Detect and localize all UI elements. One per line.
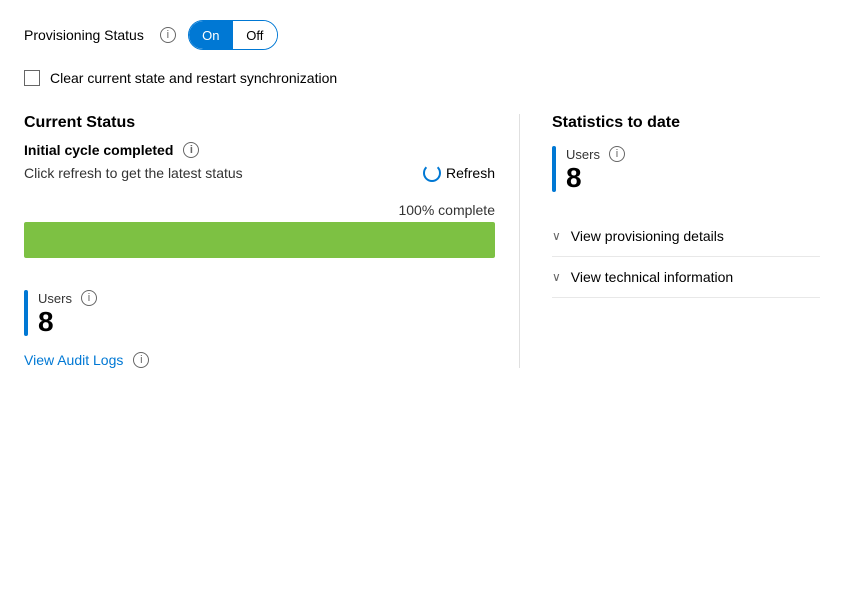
stats-title: Statistics to date (552, 114, 820, 132)
stats-users-section: Users i 8 (552, 146, 820, 192)
users-section-bottom: Users i 8 (24, 290, 495, 336)
users-label: Users (38, 291, 72, 306)
view-technical-information-label: View technical information (571, 269, 733, 285)
progress-bar-container (24, 222, 495, 258)
chevron-technical-icon: ∨ (552, 270, 561, 284)
refresh-icon (423, 164, 441, 182)
toggle-on-button[interactable]: On (189, 21, 233, 49)
progress-label: 100% complete (24, 202, 495, 218)
view-provisioning-details-row[interactable]: ∨ View provisioning details (552, 216, 820, 257)
cycle-row: Initial cycle completed i (24, 142, 495, 158)
left-panel: Current Status Initial cycle completed i… (24, 114, 520, 368)
view-provisioning-details-label: View provisioning details (571, 228, 724, 244)
users-count-bottom: 8 (38, 308, 97, 336)
clear-state-row[interactable]: Clear current state and restart synchron… (24, 70, 820, 86)
users-info-icon-bottom[interactable]: i (81, 290, 97, 306)
cycle-info-icon[interactable]: i (183, 142, 199, 158)
users-label-row: Users i (38, 290, 97, 306)
right-panel: Statistics to date Users i 8 ∨ View prov… (520, 114, 820, 368)
refresh-button[interactable]: Refresh (423, 164, 495, 182)
clear-state-checkbox[interactable] (24, 70, 40, 86)
users-bar-accent (24, 290, 28, 336)
on-off-toggle[interactable]: On Off (188, 20, 278, 50)
chevron-provisioning-icon: ∨ (552, 229, 561, 243)
view-technical-information-row[interactable]: ∨ View technical information (552, 257, 820, 298)
audit-logs-link[interactable]: View Audit Logs i (24, 352, 495, 368)
main-content: Current Status Initial cycle completed i… (24, 114, 820, 368)
provisioning-status-row: Provisioning Status i On Off (24, 20, 820, 50)
current-status-title: Current Status (24, 114, 495, 132)
refresh-row: Click refresh to get the latest status R… (24, 164, 495, 182)
provisioning-status-info-icon[interactable]: i (160, 27, 176, 43)
stats-users-label-row: Users i (566, 146, 625, 162)
refresh-label: Refresh (446, 165, 495, 181)
audit-logs-info-icon[interactable]: i (133, 352, 149, 368)
stats-users-bar-accent (552, 146, 556, 192)
cycle-label: Initial cycle completed (24, 142, 173, 158)
stats-users-content: Users i 8 (566, 146, 625, 192)
provisioning-status-label: Provisioning Status (24, 27, 144, 43)
progress-bar-fill (24, 222, 495, 258)
toggle-off-button[interactable]: Off (233, 21, 277, 49)
stats-users-count: 8 (566, 164, 625, 192)
audit-logs-label: View Audit Logs (24, 352, 123, 368)
stats-users-label: Users (566, 147, 600, 162)
clear-state-label: Clear current state and restart synchron… (50, 70, 337, 86)
refresh-hint-text: Click refresh to get the latest status (24, 165, 243, 181)
stats-users-info-icon[interactable]: i (609, 146, 625, 162)
users-content: Users i 8 (38, 290, 97, 336)
